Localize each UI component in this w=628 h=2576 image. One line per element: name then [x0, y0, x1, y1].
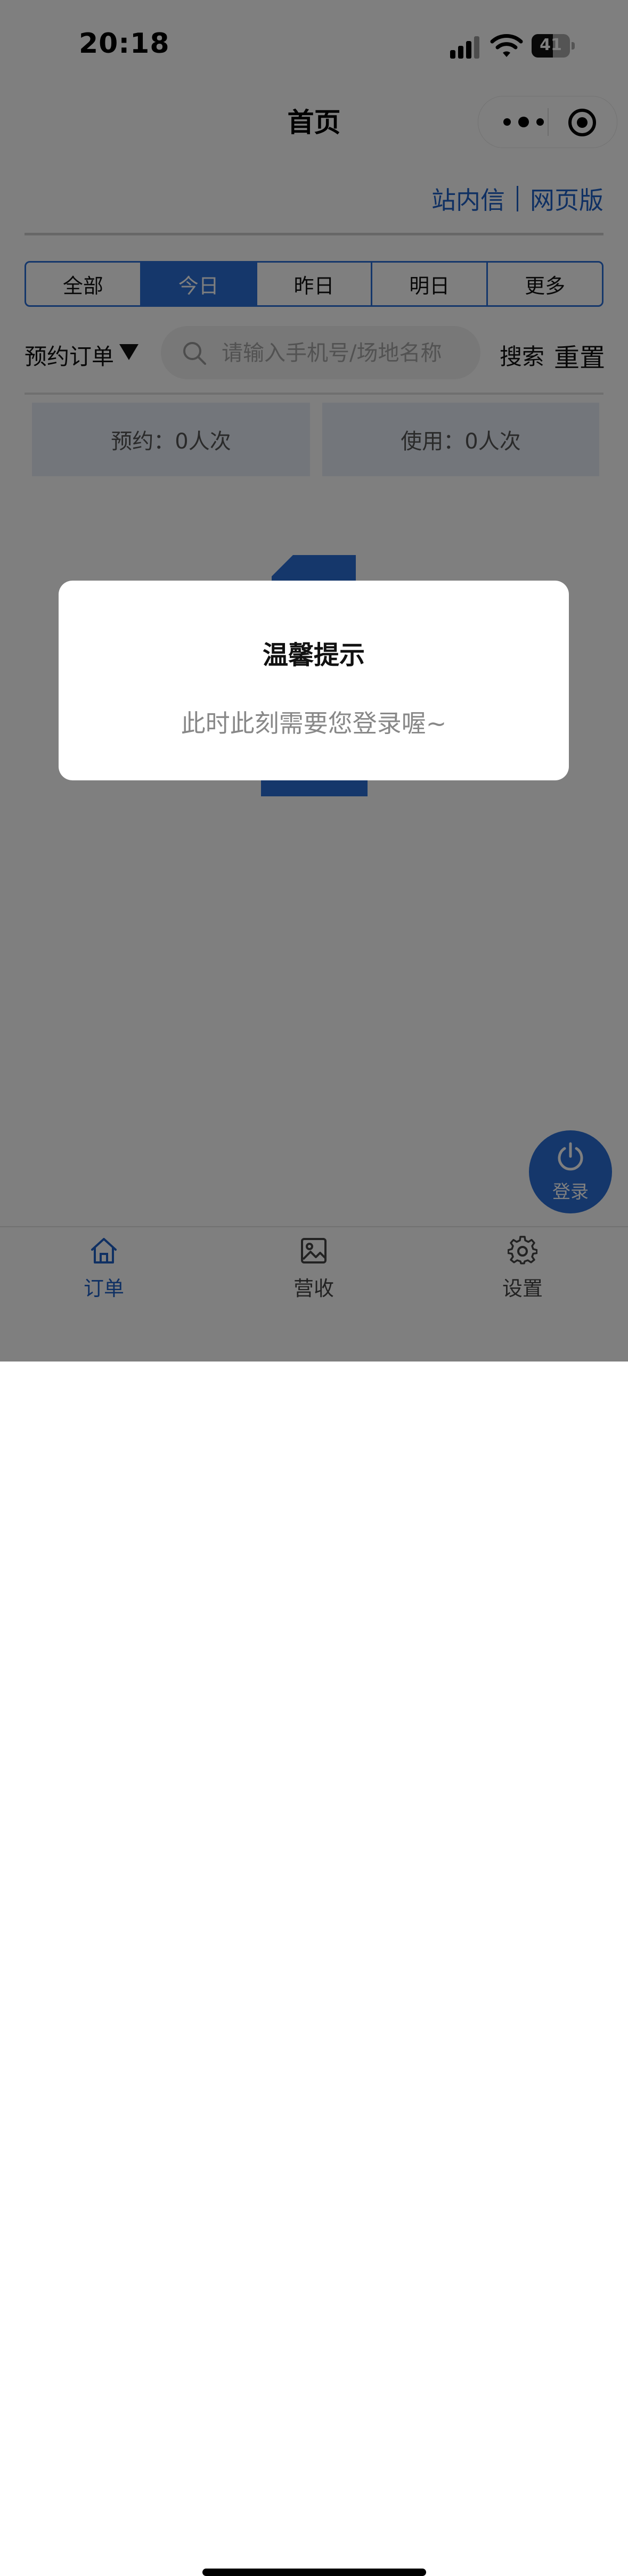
dialog-message: 此时此刻需要您登录喔~ [181, 709, 447, 738]
dialog-title: 温馨提示 [262, 640, 365, 670]
login-prompt-dialog: 温馨提示 此时此刻需要您登录喔~ [59, 581, 569, 780]
home-indicator [202, 2569, 426, 2576]
